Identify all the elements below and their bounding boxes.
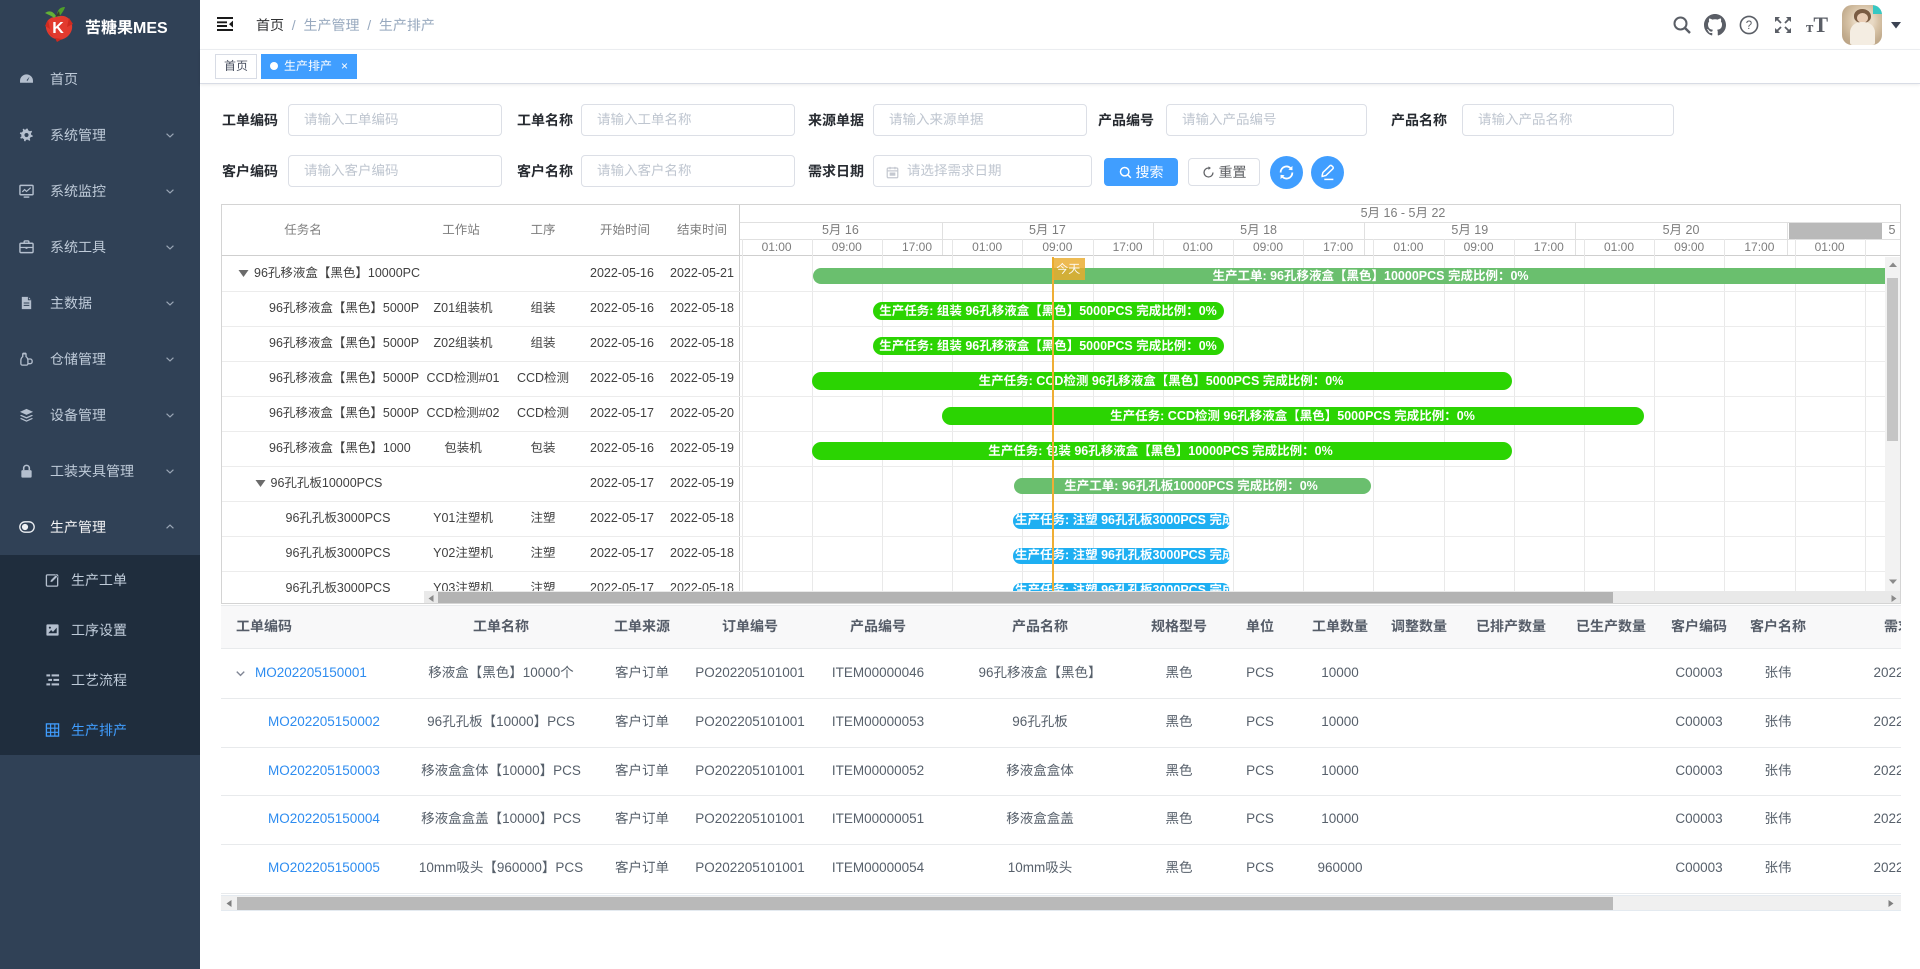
svg-text:?: ? [1746,20,1752,32]
svg-text:K: K [52,20,64,37]
